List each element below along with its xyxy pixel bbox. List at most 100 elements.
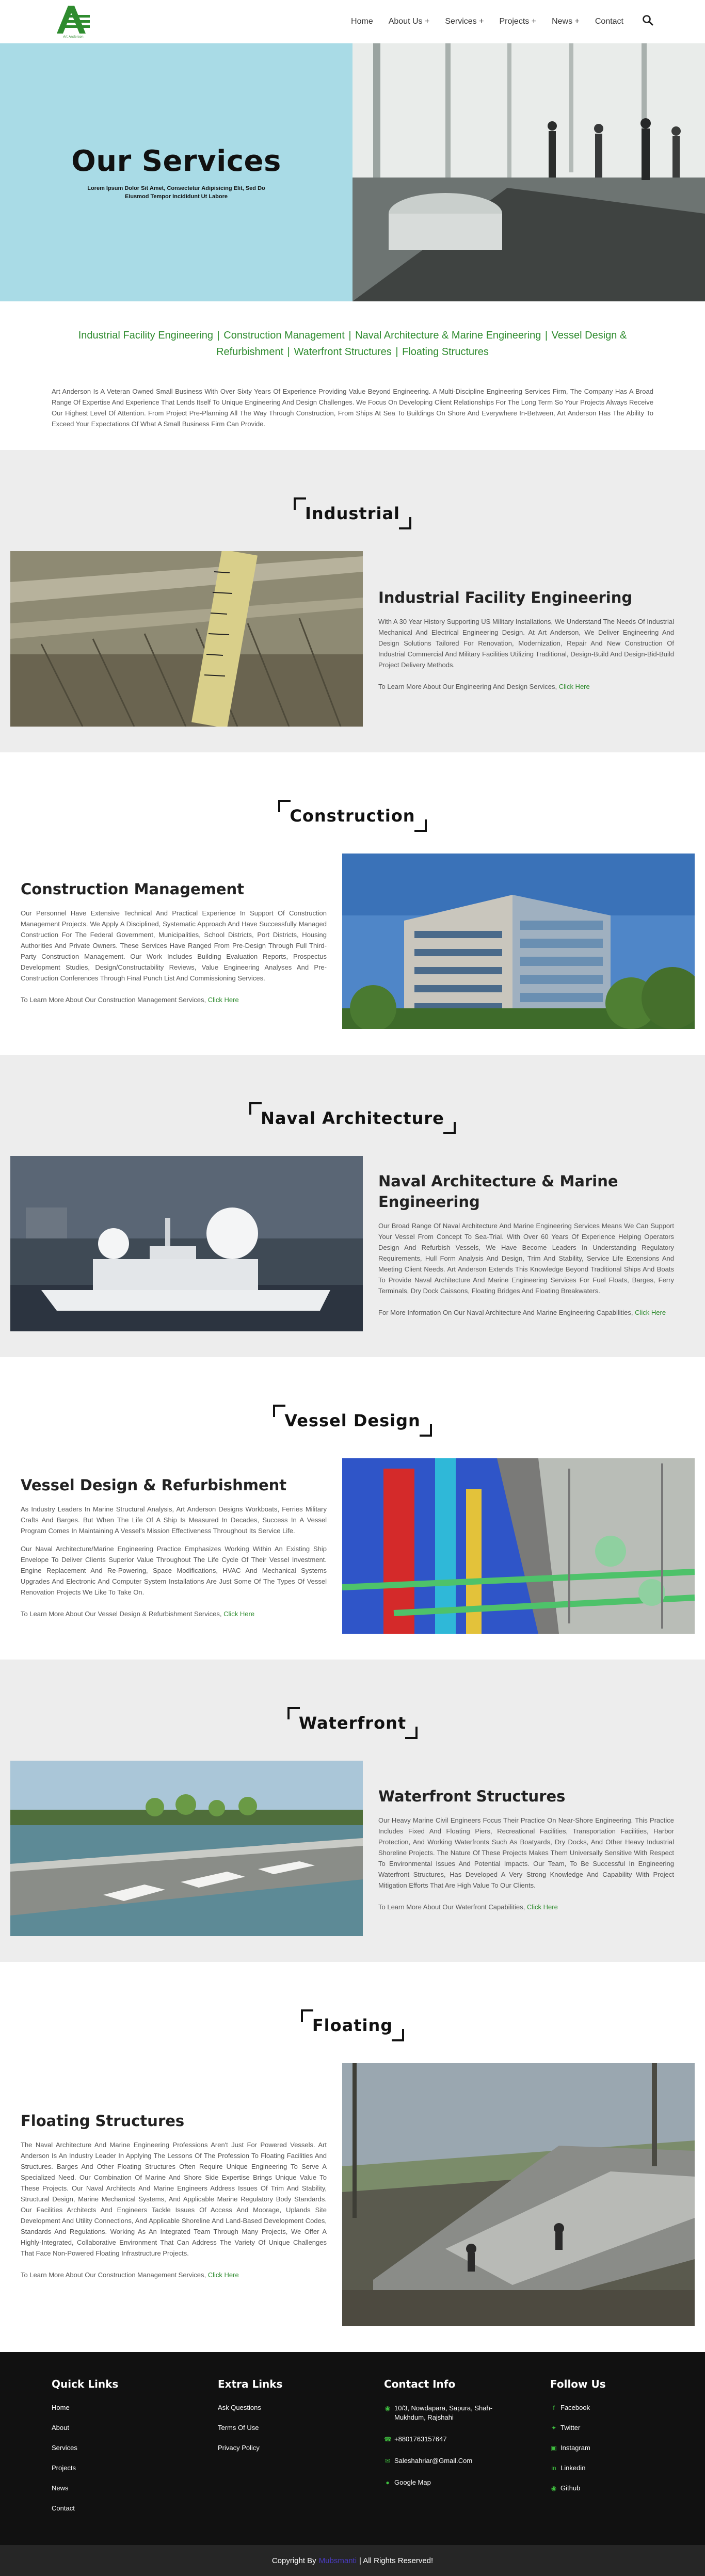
link-industrial[interactable]: Industrial Facility Engineering [78,330,213,341]
hero-banner: Our Services Lorem Ipsum Dolor Sit Amet,… [0,43,705,301]
hero-subtitle: Lorem Ipsum Dolor Sit Amet, Consectetur … [87,185,265,200]
nav-about-us[interactable]: About Us + [389,17,430,26]
floating-image [342,2063,695,2326]
section-industrial: Industrial Industrial Facility Engineeri… [0,450,705,752]
link-construction[interactable]: Construction Management [223,330,345,341]
section-title: Naval Architecture & Marine Engineering [378,1172,618,1211]
contact-google-map[interactable]: ● Google Map [384,2478,508,2487]
footer-link-privacy[interactable]: Privacy Policy [218,2444,342,2452]
logo-mark-icon [57,6,90,34]
globe-icon: ● [386,2479,390,2486]
click-here-link[interactable]: Click Here [635,1309,666,1316]
section-heading: Naval Architecture [249,1102,456,1134]
vessel-image [342,1458,695,1634]
footer-link-news[interactable]: News [52,2484,175,2492]
click-here-link[interactable]: Click Here [208,2271,239,2279]
section-title: Vessel Design & Refurbishment [21,1476,287,1494]
nav-services[interactable]: Services + [445,17,484,26]
section-text-2: Our Naval Architecture/Marine Engineerin… [21,1544,327,1596]
footer-heading: Extra Links [218,2378,283,2390]
map-marker-icon: ◉ [384,2405,391,2412]
section-vessel-design: Vessel Design Vessel Design & Refurbishm… [0,1357,705,1660]
copyright-brand-link[interactable]: Mubsmanti [319,2556,357,2565]
section-text: The Naval Architecture And Marine Engine… [21,2141,327,2257]
footer-link-home[interactable]: Home [52,2404,175,2411]
footer: Quick Links Home About Services Projects… [0,2352,705,2545]
copyright-bar: Copyright By Mubsmanti | All Rights Rese… [0,2545,705,2576]
section-heading: Waterfront [287,1707,418,1739]
nav-projects[interactable]: Projects + [499,17,536,26]
learn-more: To Learn More About Our Engineering And … [378,683,590,690]
section-floating: Floating Floating Structures The Naval A… [0,1962,705,2352]
logo[interactable]: Art Anderson [52,3,95,40]
section-heading: Floating [300,2009,405,2041]
footer-heading: Quick Links [52,2378,119,2390]
section-title: Industrial Facility Engineering [378,589,633,606]
footer-heading: Follow Us [550,2378,606,2390]
section-title: Construction Management [21,880,245,898]
copyright-suffix: | All Rights Reserved! [359,2556,434,2565]
learn-more: To Learn More About Our Construction Man… [21,2271,239,2279]
nav-home[interactable]: Home [351,17,373,26]
section-construction: Construction Construction Management Our… [0,752,705,1055]
footer-link-services[interactable]: Services [52,2444,175,2452]
section-text: Our Personnel Have Extensive Technical A… [21,909,327,982]
section-text: With A 30 Year History Supporting US Mil… [378,618,674,669]
section-title: Floating Structures [21,2112,185,2130]
github-icon: ◉ [551,2484,557,2492]
instagram-icon: ▣ [551,2444,557,2452]
waterfront-image [10,1761,363,1936]
footer-extra-links: Extra Links Ask Questions Terms Of Use P… [218,2378,342,2524]
click-here-link[interactable]: Click Here [527,1903,558,1911]
facebook-icon: f [553,2404,555,2411]
nav-contact[interactable]: Contact [595,17,623,26]
learn-more: To Learn More About Our Waterfront Capab… [378,1903,558,1911]
phone-icon: ☎ [384,2436,392,2443]
naval-image [10,1156,363,1331]
section-text: As Industry Leaders In Marine Structural… [21,1505,327,1535]
social-github[interactable]: ◉ Github [550,2484,653,2492]
section-naval-architecture: Naval Architecture Naval Architecture & … [0,1055,705,1357]
hero-text-panel: Our Services Lorem Ipsum Dolor Sit Amet,… [0,43,352,301]
social-instagram[interactable]: ▣ Instagram [550,2444,653,2452]
top-navigation: Art Anderson Home About Us + Services + … [0,0,705,43]
section-waterfront: Waterfront Waterfront Structures Our Hea… [0,1660,705,1962]
services-intro: Industrial Facility Engineering | Constr… [0,301,705,450]
twitter-icon: ✦ [551,2424,557,2432]
link-naval[interactable]: Naval Architecture & Marine Engineering [355,330,541,341]
social-facebook[interactable]: f Facebook [550,2404,653,2411]
click-here-link[interactable]: Click Here [223,1610,254,1618]
learn-more: To Learn More About Our Construction Man… [21,996,239,1004]
envelope-icon: ✉ [384,2457,391,2465]
social-linkedin[interactable]: in Linkedin [550,2464,653,2472]
learn-more: To Learn More About Our Vessel Design & … [21,1609,255,1618]
contact-phone[interactable]: ☎ +8801763157647 [384,2435,508,2444]
footer-link-projects[interactable]: Projects [52,2464,175,2472]
linkedin-icon: in [551,2464,556,2472]
footer-link-terms[interactable]: Terms Of Use [218,2424,342,2432]
footer-link-about[interactable]: About [52,2424,175,2432]
contact-email[interactable]: ✉ Saleshahriar@Gmail.Com [384,2456,508,2466]
social-twitter[interactable]: ✦ Twitter [550,2424,653,2432]
office-photo [352,43,705,301]
contact-address: ◉ 10/3, Nowdapara, Sapura, Shah-Mukhdum, … [384,2404,493,2421]
section-heading: Construction [278,800,427,832]
footer-quick-links: Quick Links Home About Services Projects… [52,2378,175,2524]
intro-paragraph: Art Anderson Is A Veteran Owned Small Bu… [52,388,653,428]
footer-heading: Contact Info [384,2378,456,2390]
main-menu: Home About Us + Services + Projects + Ne… [351,14,653,29]
page-title: Our Services [71,144,281,178]
section-text: Our Heavy Marine Civil Engineers Focus T… [378,1816,674,1889]
search-icon[interactable] [642,14,653,29]
link-waterfront[interactable]: Waterfront Structures [294,346,391,358]
nav-news[interactable]: News + [552,17,580,26]
footer-link-ask-questions[interactable]: Ask Questions [218,2404,342,2411]
footer-contact-info: Contact Info ◉ 10/3, Nowdapara, Sapura, S… [384,2378,508,2524]
footer-link-contact[interactable]: Contact [52,2504,175,2512]
click-here-link[interactable]: Click Here [559,683,590,690]
copyright-prefix: Copyright By [271,2556,316,2565]
service-links: Industrial Facility Engineering | Constr… [78,330,627,358]
link-floating[interactable]: Floating Structures [402,346,489,358]
click-here-link[interactable]: Click Here [208,996,239,1004]
logo-text: Art Anderson [63,35,84,39]
